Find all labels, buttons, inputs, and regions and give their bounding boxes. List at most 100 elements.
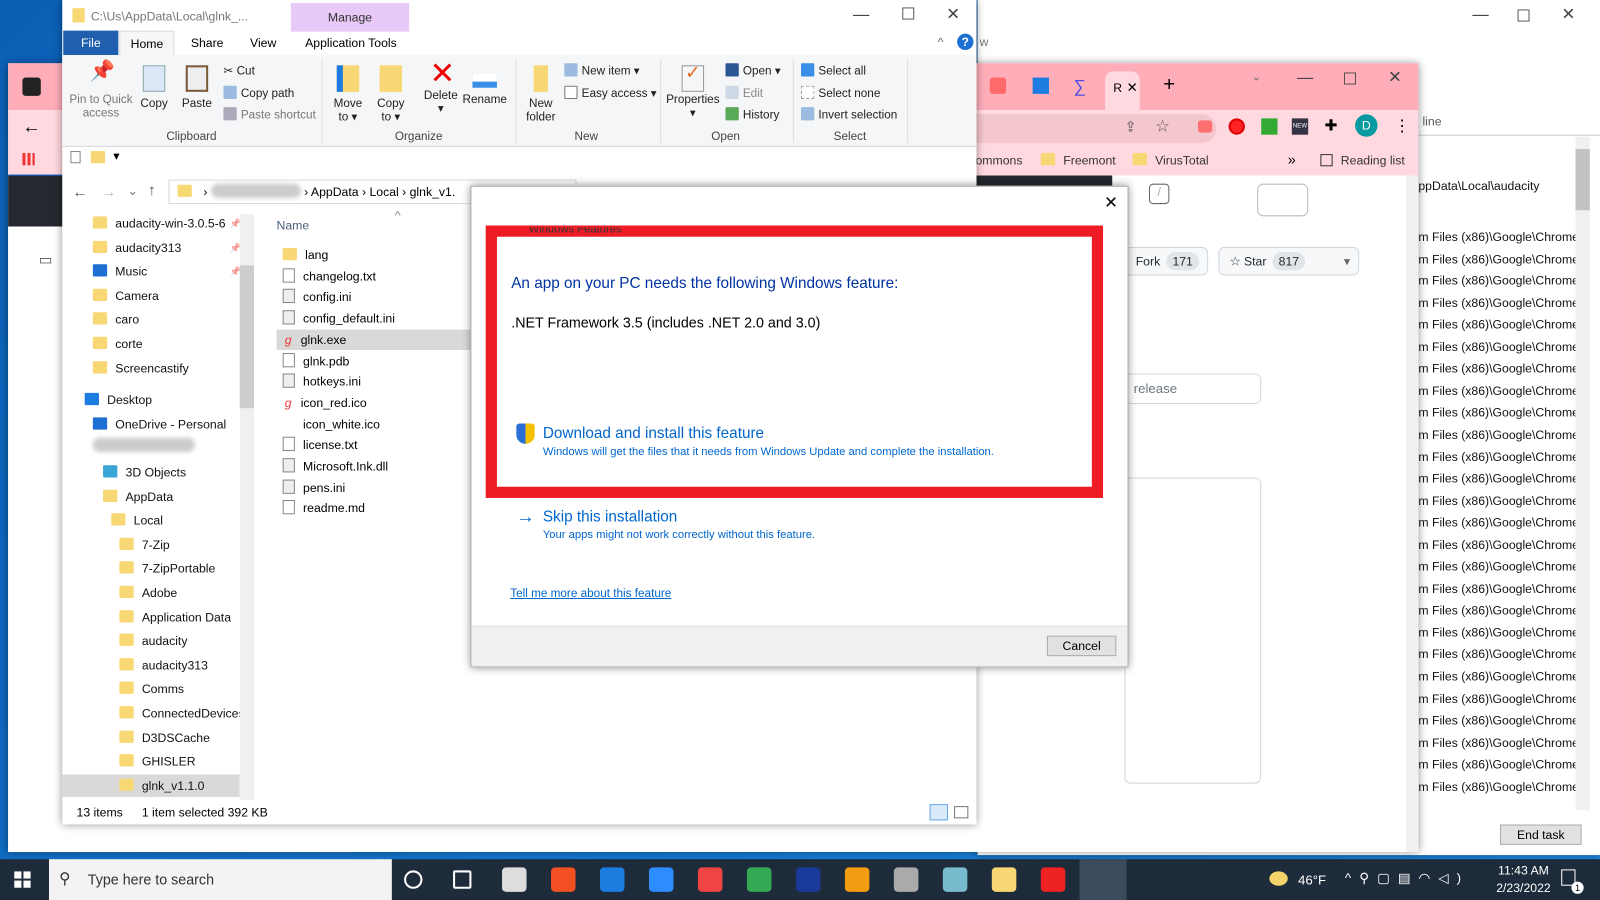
process-path-line[interactable]: m Files (x86)\Google\Chrome xyxy=(1418,405,1579,419)
nav-item[interactable]: AppData xyxy=(103,485,173,507)
menu-icon[interactable]: ⋮ xyxy=(1394,116,1410,136)
process-path-line[interactable]: m Files (x86)\Google\Chrome xyxy=(1418,296,1579,310)
start-windows-icon[interactable] xyxy=(14,871,31,888)
nav-item[interactable]: Screencastify xyxy=(92,357,189,379)
help-icon[interactable]: ? xyxy=(957,33,974,50)
process-path-line[interactable]: m Files (x86)\Google\Chrome xyxy=(1418,779,1579,793)
end-task-button[interactable]: End task xyxy=(1499,824,1582,845)
taskbar-app-media-icon[interactable] xyxy=(844,867,870,892)
nav-item[interactable]: Comms xyxy=(119,678,184,700)
file-row[interactable]: glnk.pdb xyxy=(277,351,471,371)
process-path-line[interactable]: m Files (x86)\Google\Chrome xyxy=(1418,471,1579,485)
tab-file[interactable]: File xyxy=(63,30,119,56)
easy-access-button[interactable]: Easy access ▾ xyxy=(564,85,657,100)
delete-button[interactable]: ✕ Delete ▾ xyxy=(421,59,460,116)
new-folder-button[interactable]: New folder xyxy=(521,65,560,124)
taskbar-app-cortana-icon[interactable] xyxy=(404,870,423,889)
close-tab-icon[interactable]: ✕ xyxy=(1127,80,1138,96)
back-icon[interactable]: ← xyxy=(22,116,40,137)
taskbar-app-task-view-icon[interactable] xyxy=(453,870,472,889)
record-extension-icon[interactable] xyxy=(1228,118,1245,135)
tab-favicon[interactable] xyxy=(989,77,1007,94)
nav-item[interactable]: audacity313 xyxy=(119,654,208,676)
tell-me-more-link[interactable]: Tell me more about this feature xyxy=(510,588,671,600)
profile-avatar[interactable]: D xyxy=(1355,114,1378,137)
taskbar-app-zoom-icon[interactable] xyxy=(648,867,674,892)
nav-item[interactable]: Camera xyxy=(92,284,159,306)
tab-home[interactable]: Home xyxy=(119,30,175,56)
taskbar-app-file-explorer-icon[interactable] xyxy=(991,867,1017,892)
process-path-line[interactable]: m Files (x86)\Google\Chrome xyxy=(1418,647,1579,661)
release-search-input[interactable]: release xyxy=(1124,373,1262,405)
process-path-line[interactable]: m Files (x86)\Google\Chrome xyxy=(1418,669,1579,683)
open-button[interactable]: Open ▾ xyxy=(725,63,781,78)
tab-favicon[interactable]: ∑ xyxy=(1073,77,1085,97)
reading-list-button[interactable]: Reading list xyxy=(1320,153,1405,167)
process-path-line[interactable]: m Files (x86)\Google\Chrome xyxy=(1418,515,1579,529)
back-button[interactable]: ← xyxy=(72,184,87,201)
paste-shortcut-button[interactable]: Paste shortcut xyxy=(223,107,316,121)
nav-item[interactable]: GHISLER xyxy=(119,750,196,772)
taskbar-app-paint-icon[interactable] xyxy=(697,867,723,892)
nav-item[interactable]: Adobe xyxy=(119,582,177,604)
move-to-button[interactable]: Move to ▾ xyxy=(330,65,367,124)
minimize-button[interactable]: — xyxy=(1457,6,1504,24)
system-tray-icons[interactable]: ^⚲▢▤◠◁) xyxy=(1345,870,1469,886)
nav-item[interactable]: audacity xyxy=(119,630,187,652)
maximize-button[interactable]: ☐ xyxy=(1500,6,1547,26)
clock[interactable]: 11:43 AM 2/23/2022 xyxy=(1490,863,1557,895)
maximize-button[interactable]: ☐ xyxy=(1327,69,1374,89)
skip-installation-option[interactable]: Skip this installation xyxy=(543,508,677,525)
close-button[interactable]: ✕ xyxy=(1104,193,1118,213)
nav-item[interactable]: Local xyxy=(111,509,163,531)
taskbar-app-screenshot-icon[interactable] xyxy=(502,867,527,892)
file-row[interactable]: Microsoft.Ink.dll xyxy=(277,456,471,476)
nav-item[interactable]: D3DSCache xyxy=(119,726,210,748)
close-button[interactable]: ✕ xyxy=(1545,4,1592,24)
process-path-line[interactable]: m Files (x86)\Google\Chrome xyxy=(1418,757,1579,771)
tab-share[interactable]: Share xyxy=(181,31,234,55)
nav-scrollbar[interactable] xyxy=(239,214,255,800)
weather-icon[interactable] xyxy=(1269,871,1288,886)
scrollbar[interactable] xyxy=(1575,136,1590,811)
nav-item[interactable]: ConnectedDevicesI xyxy=(119,702,240,724)
collapse-ribbon-icon[interactable]: ^ xyxy=(938,35,944,49)
apps-icon[interactable] xyxy=(22,153,35,166)
process-path-line[interactable]: m Files (x86)\Google\Chrome xyxy=(1418,449,1579,463)
select-all-button[interactable]: Select all xyxy=(801,63,866,78)
process-path-line[interactable]: m Files (x86)\Google\Chrome xyxy=(1418,252,1579,266)
up-button[interactable]: ↑ xyxy=(148,182,156,199)
process-path-line[interactable]: m Files (x86)\Google\Chrome xyxy=(1418,493,1579,507)
minimize-button[interactable]: — xyxy=(1282,69,1329,87)
new-tab-button[interactable]: + xyxy=(1163,73,1175,96)
code-icon[interactable]: ▭ xyxy=(39,251,53,268)
nav-item[interactable]: Desktop xyxy=(84,389,152,411)
copy-button[interactable]: Copy xyxy=(136,65,173,111)
file-row[interactable]: changelog.txt xyxy=(277,266,471,286)
process-path-line[interactable]: m Files (x86)\Google\Chrome xyxy=(1418,691,1579,705)
nav-item[interactable]: OneDrive - Personal xyxy=(92,413,226,435)
forward-button[interactable]: → xyxy=(101,184,116,201)
taskbar-app-notepad-icon[interactable] xyxy=(942,867,968,892)
file-row[interactable]: readme.md xyxy=(277,498,471,518)
nav-item[interactable]: Music📌 xyxy=(92,260,240,282)
file-row[interactable]: g glnk.exe xyxy=(276,329,471,350)
pin-to-quick-access-button[interactable]: 📌 Pin to Quick access xyxy=(66,61,135,120)
process-path-line[interactable]: m Files (x86)\Google\Chrome xyxy=(1418,274,1579,288)
details-view-button[interactable] xyxy=(929,804,948,821)
process-path-line[interactable]: m Files (x86)\Google\Chrome xyxy=(1418,384,1579,398)
file-row[interactable]: license.txt xyxy=(277,435,471,455)
page-scrollbar[interactable] xyxy=(1406,175,1419,853)
tab-application-tools[interactable]: Application Tools xyxy=(295,31,407,55)
process-path-line[interactable]: m Files (x86)\Google\Chrome xyxy=(1418,427,1579,441)
quick-access-properties-icon[interactable] xyxy=(70,151,81,164)
process-path-line[interactable]: m Files (x86)\Google\Chrome xyxy=(1418,713,1579,727)
maximize-button[interactable]: ☐ xyxy=(885,4,932,24)
fork-button[interactable]: Fork 171 xyxy=(1124,246,1209,276)
taskbar-app-chrome-icon[interactable] xyxy=(746,867,772,892)
bookmark-virustotal[interactable]: VirusTotal xyxy=(1132,153,1209,167)
bookmark-commons[interactable]: ommons xyxy=(976,153,1023,167)
download-install-option[interactable]: Download and install this feature xyxy=(543,424,764,441)
cancel-button[interactable]: Cancel xyxy=(1046,635,1117,657)
more-bookmarks-button[interactable]: » xyxy=(1288,151,1296,167)
